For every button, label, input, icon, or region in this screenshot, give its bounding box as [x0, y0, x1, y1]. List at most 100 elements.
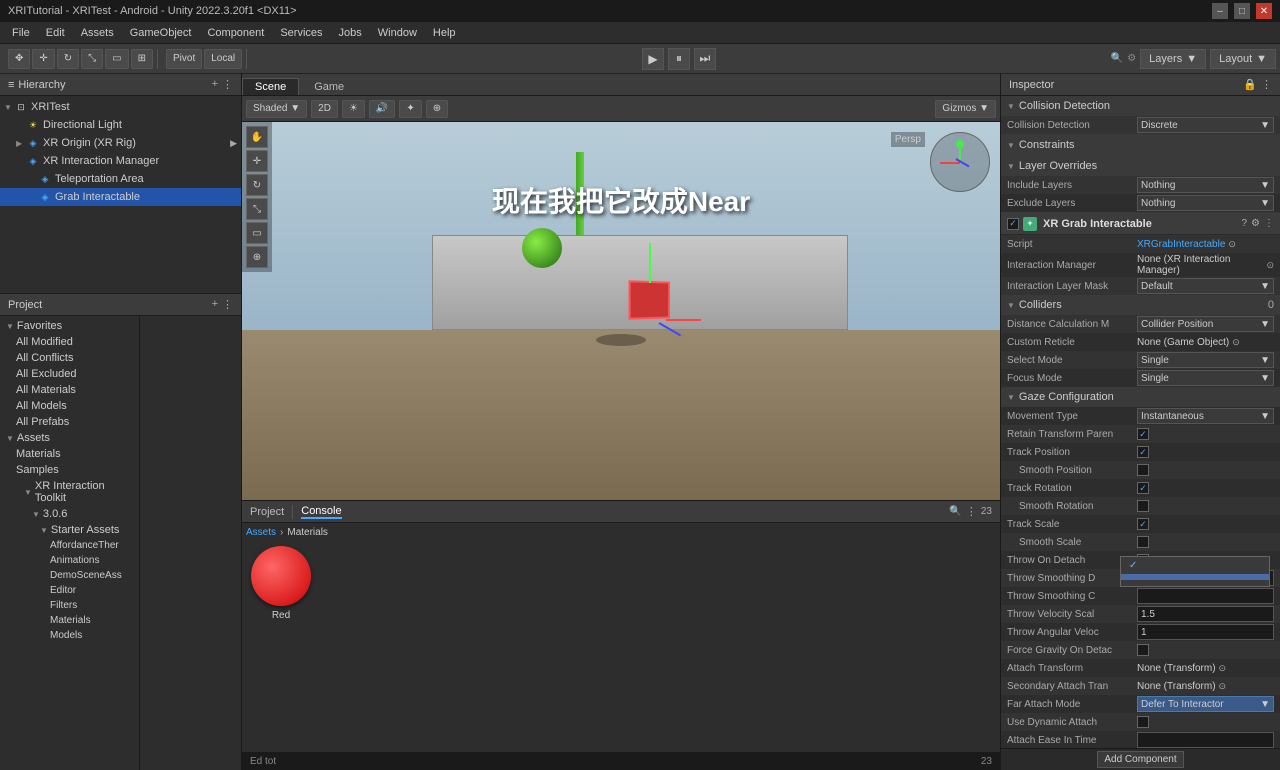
scene-2d-btn[interactable]: 2D [311, 100, 338, 118]
throw-angular-input[interactable] [1137, 624, 1274, 640]
red-material-item[interactable]: Red [246, 542, 316, 621]
filters-item[interactable]: Filters [0, 598, 139, 613]
editor-item[interactable]: Editor [0, 583, 139, 598]
scene-light-btn[interactable]: ☀ [342, 100, 365, 118]
project-options-icon[interactable]: ⋮ [222, 298, 233, 311]
hierarchy-item-xr-origin[interactable]: ◈ XR Origin (XR Rig) ▶ [0, 134, 241, 152]
hand-tool[interactable]: ✥ [8, 49, 30, 69]
component-help-icon[interactable]: ? [1241, 218, 1247, 229]
project-add-icon[interactable]: + [212, 298, 218, 311]
menu-assets[interactable]: Assets [73, 25, 122, 41]
dc-dropdown[interactable]: Collider Position ▼ [1137, 316, 1274, 332]
assets-materials[interactable]: Materials [0, 446, 139, 462]
console-tab-console[interactable]: Console [301, 505, 341, 519]
ts-checkbox[interactable] [1137, 518, 1149, 530]
inspector-options-icon[interactable]: ⋮ [1261, 78, 1272, 91]
pause-button[interactable]: ⏸ [668, 48, 690, 70]
scale-tool[interactable]: ⤡ [81, 49, 103, 69]
sr-checkbox[interactable] [1137, 500, 1149, 512]
favorites-all-modified[interactable]: All Modified [0, 334, 139, 350]
scale-btn[interactable]: ⤡ [246, 198, 268, 220]
console-tab-project[interactable]: Project [250, 506, 284, 518]
add-component-button[interactable]: Add Component [1097, 751, 1183, 768]
assets-label[interactable]: Assets [246, 527, 276, 538]
favorites-all-materials[interactable]: All Materials [0, 382, 139, 398]
menu-gameobject[interactable]: GameObject [122, 25, 200, 41]
rotate-btn[interactable]: ↻ [246, 174, 268, 196]
scene-gizmos-btn[interactable]: Gizmos ▼ [935, 100, 996, 118]
gaze-config-header[interactable]: Gaze Configuration [1001, 387, 1280, 407]
ss-checkbox[interactable] [1137, 536, 1149, 548]
constraints-header[interactable]: Constraints [1001, 135, 1280, 155]
scene-audio-btn[interactable]: 🔊 [369, 100, 395, 118]
models-item[interactable]: Models [0, 628, 139, 643]
play-button[interactable]: ▶ [642, 48, 664, 70]
scene-effects-btn[interactable]: ✦ [399, 100, 421, 118]
collision-dropdown[interactable]: Discrete ▼ [1137, 117, 1274, 133]
move-tool[interactable]: ✛ [32, 49, 54, 69]
step-button[interactable]: ⏭ [694, 48, 716, 70]
attach-ease-input[interactable] [1137, 732, 1274, 748]
hierarchy-item-xritest[interactable]: ⊡ XRITest [0, 98, 241, 116]
viewport[interactable]: Persp 现在我把它改成Near ✋ ✛ ↻ ⤡ ▭ ⊕ [242, 122, 1000, 500]
assets-samples[interactable]: Samples [0, 462, 139, 478]
im-link-icon[interactable]: ⊙ [1266, 260, 1274, 271]
far-attach-mode-dropdown[interactable]: Defer To Interactor ▼ [1137, 696, 1274, 712]
hierarchy-item-xr-manager[interactable]: ◈ XR Interaction Manager [0, 152, 241, 170]
menu-services[interactable]: Services [272, 25, 330, 41]
move-btn[interactable]: ✛ [246, 150, 268, 172]
include-layers-dropdown[interactable]: Nothing ▼ [1137, 177, 1274, 193]
sm-dropdown[interactable]: Single ▼ [1137, 352, 1274, 368]
scene-shaded-btn[interactable]: Shaded ▼ [246, 100, 307, 118]
rtp-checkbox[interactable] [1137, 428, 1149, 440]
exclude-layers-dropdown[interactable]: Nothing ▼ [1137, 195, 1274, 211]
component-more-icon[interactable]: ⋮ [1264, 218, 1274, 229]
multi-tool[interactable]: ⊞ [131, 49, 153, 69]
materials-item[interactable]: Materials [0, 613, 139, 628]
mt-dropdown[interactable]: Instantaneous ▼ [1137, 408, 1274, 424]
layers-button[interactable]: Layers ▼ [1140, 49, 1206, 69]
throw-smoothing-c-input[interactable] [1137, 588, 1274, 604]
fgd-checkbox[interactable] [1137, 644, 1149, 656]
pivot-button[interactable]: Pivot [166, 49, 202, 69]
rect-btn[interactable]: ▭ [246, 222, 268, 244]
inspector-lock-icon[interactable]: 🔒 [1243, 78, 1257, 91]
favorites-all-prefabs[interactable]: All Prefabs [0, 414, 139, 430]
console-options[interactable]: ⋮ [966, 505, 977, 518]
close-button[interactable]: ✕ [1256, 3, 1272, 19]
tr-checkbox[interactable] [1137, 482, 1149, 494]
menu-edit[interactable]: Edit [38, 25, 73, 41]
favorites-all-conflicts[interactable]: All Conflicts [0, 350, 139, 366]
menu-jobs[interactable]: Jobs [331, 25, 370, 41]
at-link-icon[interactable]: ⊙ [1219, 663, 1227, 674]
colliders-header[interactable]: Colliders 0 [1001, 295, 1280, 315]
tab-game[interactable]: Game [301, 78, 357, 95]
throw-velocity-input[interactable] [1137, 606, 1274, 622]
sat-link-icon[interactable]: ⊙ [1219, 681, 1227, 692]
transform-btn[interactable]: ⊕ [246, 246, 268, 268]
favorites-all-excluded[interactable]: All Excluded [0, 366, 139, 382]
menu-help[interactable]: Help [425, 25, 464, 41]
script-link-icon[interactable]: ⊙ [1228, 239, 1236, 250]
demoscene-item[interactable]: DemoSceneAss [0, 568, 139, 583]
console-icon1[interactable]: 🔍 [949, 506, 961, 517]
layer-overrides-header[interactable]: Layer Overrides [1001, 156, 1280, 176]
starter-assets[interactable]: Starter Assets [0, 522, 139, 538]
hierarchy-options-icon[interactable]: ⋮ [222, 78, 233, 91]
assets-header[interactable]: Assets [0, 430, 139, 446]
xr-version[interactable]: 3.0.6 [0, 506, 139, 522]
menu-window[interactable]: Window [370, 25, 425, 41]
menu-file[interactable]: File [4, 25, 38, 41]
hierarchy-add-icon[interactable]: + [212, 78, 218, 91]
option-defer-to-interactor[interactable]: ✓ [1121, 557, 1269, 574]
hierarchy-item-grab-interactable[interactable]: ◈ Grab Interactable [0, 188, 241, 206]
uda-checkbox[interactable] [1137, 716, 1149, 728]
tp-checkbox[interactable] [1137, 446, 1149, 458]
sp-checkbox[interactable] [1137, 464, 1149, 476]
rect-tool[interactable]: ▭ [105, 49, 128, 69]
component-enabled-checkbox[interactable] [1007, 218, 1019, 230]
menu-component[interactable]: Component [199, 25, 272, 41]
collision-section-header[interactable]: Collision Detection [1001, 96, 1280, 116]
affordance-item[interactable]: AffordanceTher [0, 538, 139, 553]
minimize-button[interactable]: – [1212, 3, 1228, 19]
